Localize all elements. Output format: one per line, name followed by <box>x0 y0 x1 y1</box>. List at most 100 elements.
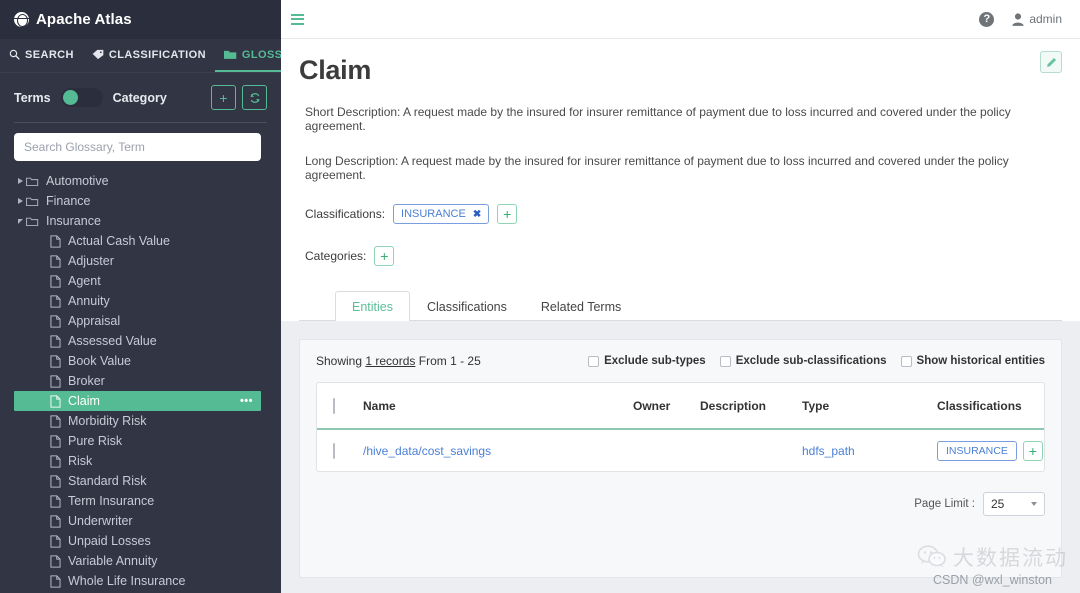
terms-category-toggle-row: Terms Category + <box>0 73 281 120</box>
ellipsis-icon[interactable]: ••• <box>240 395 253 407</box>
user-menu[interactable]: admin <box>1012 12 1062 26</box>
classification-chip[interactable]: INSURANCE ✖ <box>393 204 490 224</box>
tree-item-pure-risk[interactable]: Pure Risk <box>0 431 281 451</box>
filter-checkbox[interactable] <box>588 355 600 367</box>
file-icon <box>50 354 61 368</box>
tree-item-book-value[interactable]: Book Value <box>0 351 281 371</box>
tree-item-morbidity-risk[interactable]: Morbidity Risk <box>0 411 281 431</box>
tree-item-label: Automotive <box>46 174 109 188</box>
filter-exclude-sub-classifications[interactable]: Exclude sub-classifications <box>719 355 887 367</box>
file-icon <box>50 274 61 288</box>
file-icon <box>50 514 61 528</box>
tree-item-underwriter[interactable]: Underwriter <box>0 511 281 531</box>
edit-term-button[interactable] <box>1040 51 1062 73</box>
file-icon <box>50 354 61 368</box>
close-icon[interactable]: ✖ <box>473 209 481 220</box>
file-icon <box>50 434 61 448</box>
filter-checkbox[interactable] <box>900 355 912 367</box>
file-icon <box>50 474 61 488</box>
nav-tab-glossary[interactable]: GLOSSARY <box>214 39 281 72</box>
table-row[interactable]: /hive_data/cost_savings hdfs_path INSURA… <box>317 430 1044 471</box>
row-type-link[interactable]: hdfs_path <box>802 444 937 458</box>
row-name-link[interactable]: /hive_data/cost_savings <box>363 444 633 458</box>
tree-item-label: Annuity <box>68 294 110 308</box>
row-checkbox[interactable] <box>333 442 335 459</box>
tree-item-agent[interactable]: Agent <box>0 271 281 291</box>
long-description: Long Description: A request made by the … <box>305 154 1009 182</box>
add-category-button[interactable]: + <box>374 246 395 266</box>
column-header-description: Description <box>700 398 767 413</box>
nav-tab-classification-label: CLASSIFICATION <box>108 48 206 61</box>
nav-tab-classification[interactable]: CLASSIFICATION <box>83 39 215 72</box>
tree-item-label: Appraisal <box>68 314 121 328</box>
app-title: Apache Atlas <box>36 11 132 28</box>
tree-item-claim[interactable]: Claim ••• <box>14 391 261 411</box>
tree-item-actual-cash-value[interactable]: Actual Cash Value <box>0 231 281 251</box>
tree-item-automotive[interactable]: Automotive <box>0 171 281 191</box>
row-add-classification-button[interactable]: + <box>1022 440 1043 461</box>
refresh-glossary-button[interactable] <box>242 85 267 110</box>
page-limit-select[interactable]: 25 <box>983 492 1045 516</box>
tree-item-annuity[interactable]: Annuity <box>0 291 281 311</box>
folder-icon <box>26 176 39 187</box>
filter-exclude-sub-types[interactable]: Exclude sub-types <box>588 355 706 367</box>
tab-related-terms[interactable]: Related Terms <box>524 291 638 321</box>
select-all-checkbox[interactable] <box>333 397 335 414</box>
terms-category-switch[interactable] <box>60 88 103 107</box>
row-select-cell <box>317 442 363 459</box>
topbar: ? admin <box>281 0 1080 39</box>
showing-count[interactable]: 1 records <box>365 354 415 368</box>
tree-item-assessed-value[interactable]: Assessed Value <box>0 331 281 351</box>
add-classification-button[interactable]: + <box>497 204 518 224</box>
tree-item-broker[interactable]: Broker <box>0 371 281 391</box>
hamburger-icon[interactable] <box>291 13 304 25</box>
tree-item-whole-life-insurance[interactable]: Whole Life Insurance <box>0 571 281 591</box>
tree-item-unpaid-losses[interactable]: Unpaid Losses <box>0 531 281 551</box>
tree-item-adjuster[interactable]: Adjuster <box>0 251 281 271</box>
page-limit-value: 25 <box>991 497 1005 511</box>
tree-item-label: Actual Cash Value <box>68 234 170 248</box>
tree-item-standard-risk[interactable]: Standard Risk <box>0 471 281 491</box>
file-icon <box>50 534 61 548</box>
chevron-down-icon <box>1031 502 1037 506</box>
tree-item-appraisal[interactable]: Appraisal <box>0 311 281 331</box>
filter-show-historical-entities[interactable]: Show historical entities <box>900 355 1045 367</box>
file-icon <box>50 494 61 508</box>
chevron-right-icon[interactable] <box>14 198 26 204</box>
glossary-search-input[interactable] <box>14 133 261 161</box>
file-icon <box>50 554 61 568</box>
file-icon <box>50 334 61 348</box>
help-icon[interactable]: ? <box>979 11 995 27</box>
filter-label: Show historical entities <box>916 355 1045 367</box>
row-classification-chip[interactable]: INSURANCE <box>937 440 1017 461</box>
add-glossary-button[interactable]: + <box>211 85 236 110</box>
tree-item-label: Whole Life Insurance <box>68 574 186 588</box>
tree-item-term-insurance[interactable]: Term Insurance <box>0 491 281 511</box>
nav-tab-search[interactable]: SEARCH <box>0 39 83 72</box>
file-icon <box>50 274 61 288</box>
tree-item-variable-annuity[interactable]: Variable Annuity <box>0 551 281 571</box>
glossary-search-wrap <box>0 133 281 161</box>
column-header-type: Type <box>802 398 830 413</box>
file-icon <box>50 494 61 508</box>
showing-row: Showing 1 records From 1 - 25 Exclude su… <box>316 354 1045 368</box>
tab-entities[interactable]: Entities <box>335 291 410 321</box>
tree-item-risk[interactable]: Risk <box>0 451 281 471</box>
page-limit-row: Page Limit : 25 <box>316 492 1045 516</box>
filter-checkbox[interactable] <box>719 355 731 367</box>
file-icon <box>50 294 61 308</box>
file-icon <box>50 254 61 268</box>
tree-item-finance[interactable]: Finance <box>0 191 281 211</box>
tree-item-insurance[interactable]: Insurance <box>0 211 281 231</box>
select-all-cell <box>317 397 363 414</box>
filter-label: Exclude sub-classifications <box>735 355 887 367</box>
file-icon <box>50 454 61 468</box>
entity-filters: Exclude sub-types Exclude sub-classificat… <box>588 355 1045 367</box>
showing-suffix: From 1 - 25 <box>418 354 481 368</box>
file-icon <box>50 554 61 568</box>
tree-item-label: Unpaid Losses <box>68 534 151 548</box>
file-icon <box>50 394 61 408</box>
chevron-right-icon[interactable] <box>14 178 26 184</box>
tab-classifications[interactable]: Classifications <box>410 291 524 321</box>
chevron-down-icon[interactable] <box>14 218 26 224</box>
